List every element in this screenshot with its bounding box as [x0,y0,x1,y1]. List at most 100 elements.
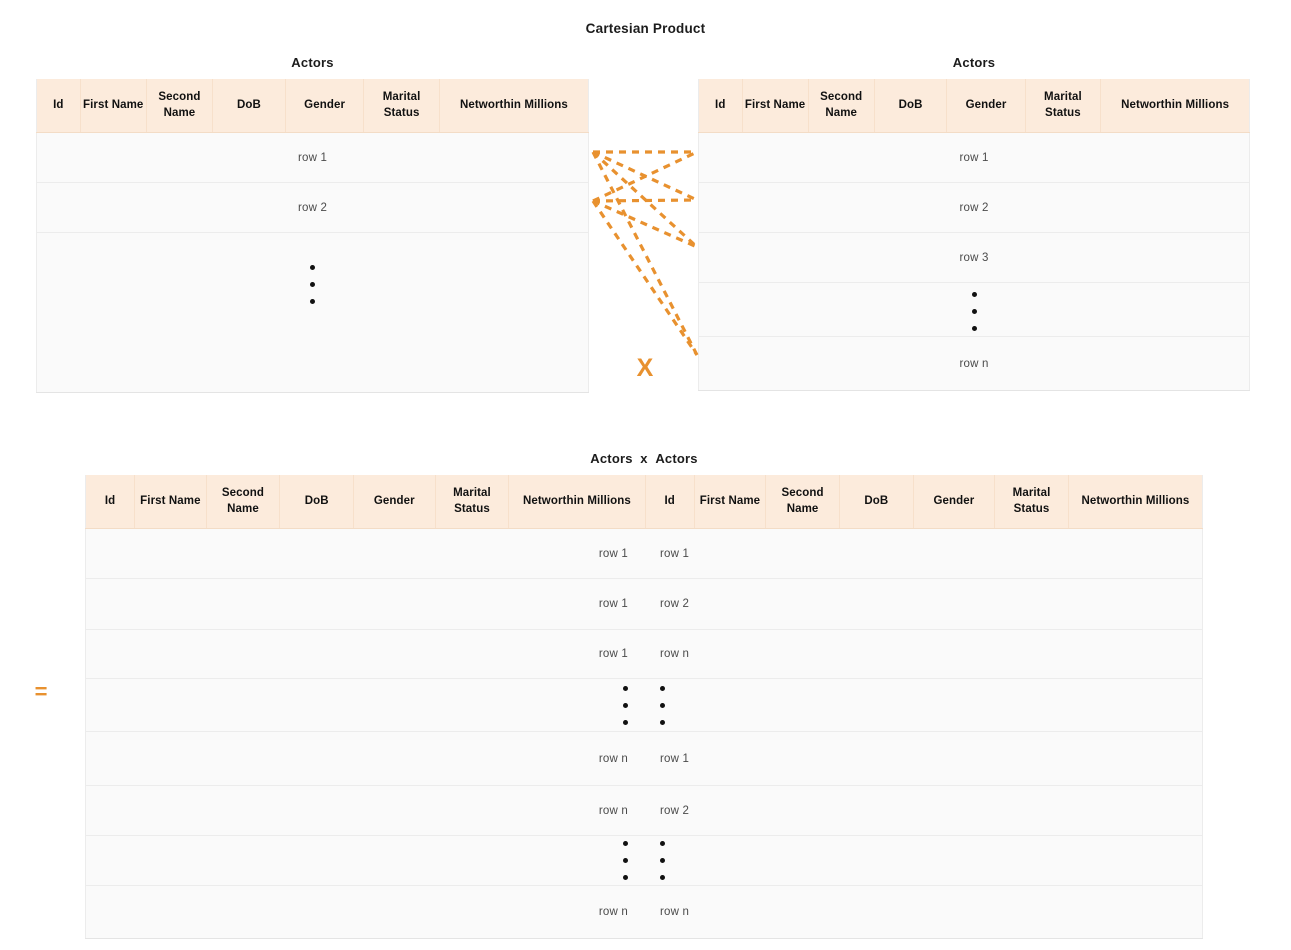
connector-line [592,150,698,202]
column-header-id[interactable]: Id [698,79,743,134]
row-label-right: row 2 [660,804,690,817]
row-cell: row 1 [36,132,589,184]
table-row: row 3 [698,232,1250,284]
vertical-ellipsis-icon [623,841,628,881]
row-cell: row 3 [698,232,1250,284]
table-row [85,835,1203,887]
right-actors-table: Actors Id First Name Second Name DoB Gen… [698,55,1250,392]
row-label-right: row 1 [660,752,690,765]
right-table-title: Actors [952,55,996,70]
cartesian-product-operator-icon: X [636,354,654,382]
table-row [36,232,589,394]
column-header-dob[interactable]: DoB [874,79,948,134]
vertical-ellipsis-icon [660,841,665,881]
result-actors-x-actors-table: Actors x Actors Id First Name Second Nam… [85,451,1203,940]
right-table-header-row: Id First Name Second Name DoB Gender Mar… [698,79,1250,134]
row-label-left: row 1 [598,547,628,560]
table-row: row 1 [36,132,589,184]
column-header-first-name[interactable]: First Name [80,79,147,134]
column-header-gender-a[interactable]: Gender [353,475,436,530]
connector-line [591,150,699,249]
vertical-ellipsis-icon [660,685,665,725]
column-header-dob[interactable]: DoB [212,79,286,134]
column-header-second-name-a[interactable]: Second Name [206,475,281,530]
result-title-operator: x [640,451,648,466]
row-cell-ellipsis [36,232,589,394]
column-header-second-name[interactable]: Second Name [146,79,214,134]
column-header-gender[interactable]: Gender [285,79,365,134]
left-table-header-row: Id First Name Second Name DoB Gender Mar… [36,79,589,134]
result-table-header-row: Id First Name Second Name DoB Gender Mar… [85,475,1203,530]
table-row: row 2 [698,182,1250,234]
column-header-networth-a[interactable]: Networthin Millions [508,475,646,530]
column-header-second-name[interactable]: Second Name [808,79,875,134]
table-row [698,282,1250,338]
row-label: row 3 [959,251,989,264]
column-header-gender-b[interactable]: Gender [913,475,996,530]
column-header-id[interactable]: Id [36,79,81,134]
connector-line [592,198,698,203]
table-row: row 2 [36,182,589,234]
row-label-left: row 1 [598,598,628,611]
connector-line [592,199,698,249]
column-header-networth-b[interactable]: Networthin Millions [1068,475,1203,530]
column-header-marital-status-a[interactable]: Marital Status [435,475,510,530]
column-header-networth[interactable]: Networthin Millions [1100,79,1250,134]
column-header-id-a[interactable]: Id [85,475,136,530]
row-cell: row 2 [698,182,1250,234]
row-cell: row 2 [36,182,589,234]
vertical-ellipsis-icon [971,292,977,332]
column-header-first-name-a[interactable]: First Name [134,475,207,530]
column-header-marital-status-b[interactable]: Marital Status [994,475,1069,530]
column-header-dob-a[interactable]: DoB [279,475,355,530]
vertical-ellipsis-icon [310,265,315,305]
left-table-title: Actors [291,55,334,70]
column-header-first-name-b[interactable]: First Name [694,475,767,530]
row-cell: row 1 row 1 [85,528,1203,580]
table-row: row n [698,336,1250,392]
column-header-second-name-b[interactable]: Second Name [765,475,840,530]
cartesian-connector-lines [591,150,699,356]
result-table-title: Actors x Actors [85,451,1203,466]
page-title: Cartesian Product [585,21,706,36]
table-row: row 1 [698,132,1250,184]
row-cell: row n row 1 [85,731,1203,787]
column-header-marital-status[interactable]: Marital Status [1025,79,1102,134]
row-cell: row 1 row 2 [85,578,1203,631]
row-label: row 2 [959,201,989,214]
connector-line [591,200,699,356]
left-actors-table: Actors Id First Name Second Name DoB Gen… [36,55,589,394]
row-cell-ellipsis [85,835,1203,887]
row-cell: row n [698,336,1250,392]
connector-line [592,150,698,203]
row-label-right: row 2 [660,598,690,611]
row-cell: row n row 2 [85,785,1203,837]
row-label-left: row 1 [598,648,628,661]
column-header-first-name[interactable]: First Name [742,79,809,134]
column-header-id-b[interactable]: Id [645,475,695,530]
result-table-grid: Id First Name Second Name DoB Gender Mar… [85,475,1203,940]
result-title-right: Actors [655,451,698,466]
column-header-dob-b[interactable]: DoB [839,475,914,530]
result-title-left: Actors [590,451,633,466]
vertical-ellipsis-icon [623,685,628,725]
right-table-grid: Id First Name Second Name DoB Gender Mar… [698,79,1250,392]
row-label-left: row n [598,752,628,765]
column-header-gender[interactable]: Gender [946,79,1026,134]
column-header-networth[interactable]: Networthin Millions [439,79,589,134]
row-label-right: row 1 [660,547,690,560]
row-label: row 1 [297,151,328,164]
row-cell-ellipsis [698,282,1250,338]
table-row: row 1 row 2 [85,578,1203,631]
row-label-left: row n [598,906,628,919]
table-row: row n row n [85,885,1203,940]
equals-operator-icon: = [34,679,48,704]
connector-line [591,151,699,356]
table-row: row n row 2 [85,785,1203,837]
row-label: row n [959,357,989,370]
row-cell: row n row n [85,885,1203,940]
column-header-marital-status[interactable]: Marital Status [363,79,440,134]
left-table-grid: Id First Name Second Name DoB Gender Mar… [36,79,589,394]
table-row [85,678,1203,733]
row-label-right: row n [660,906,690,919]
